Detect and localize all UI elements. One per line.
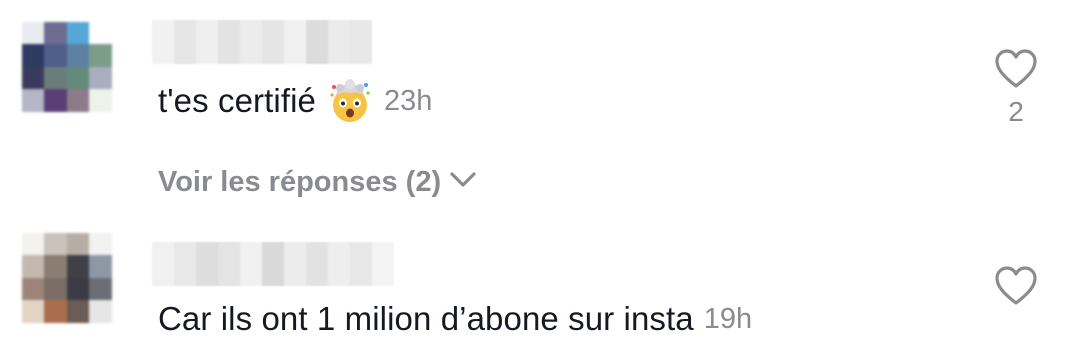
heart-icon[interactable] [992,265,1040,307]
comment-body: t'es certifié 23h [158,79,432,123]
username[interactable] [152,20,372,64]
comment-item: t'es certifié 23h 2 Voir les réponses (2… [0,0,1080,225]
comment-timestamp: 23h [384,84,433,117]
comment-text: t'es certifié [158,82,316,119]
comment-body: Car ils ont 1 milion d’abone sur insta 1… [158,300,752,338]
chevron-down-icon [449,171,477,194]
heart-icon[interactable] [992,48,1040,90]
like-count: 2 [1008,96,1024,127]
exploding-head-emoji-icon [328,79,372,123]
username[interactable] [152,242,394,286]
comment-timestamp: 19h [703,302,753,335]
comments-list: t'es certifié 23h 2 Voir les réponses (2… [0,0,1080,358]
comment-text: Car ils ont 1 milion d’abone sur insta [158,300,694,337]
avatar[interactable] [22,22,134,134]
like-button[interactable]: 2 [992,48,1040,128]
avatar[interactable] [22,233,134,345]
view-replies-button[interactable]: Voir les réponses (2) [158,166,477,199]
like-button[interactable] [992,265,1040,307]
view-replies-label: Voir les réponses (2) [158,166,442,198]
comment-item: Car ils ont 1 milion d’abone sur insta 1… [0,225,1080,358]
